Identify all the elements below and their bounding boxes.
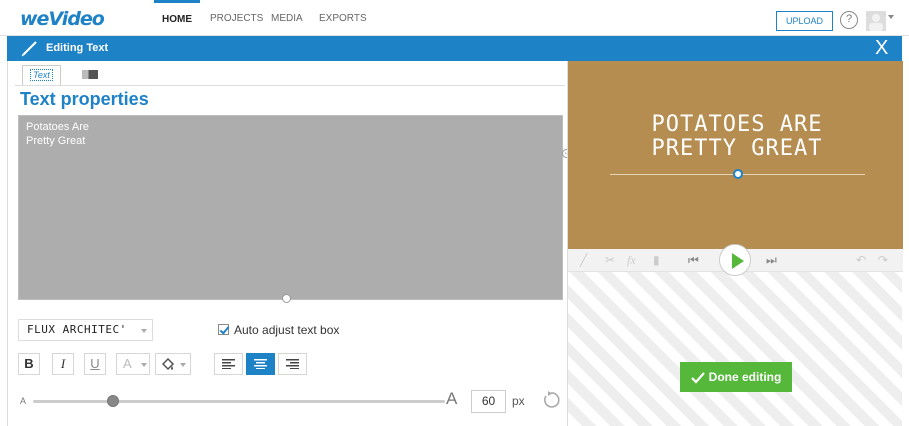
panel-title: Text properties — [20, 89, 149, 109]
redo-icon[interactable]: ↷ — [878, 249, 888, 272]
fill-color-button[interactable] — [155, 353, 191, 375]
align-left-button[interactable] — [214, 353, 243, 375]
size-slider-track[interactable] — [33, 400, 445, 403]
font-name: FLUX ARCHITEC' — [27, 323, 127, 336]
chevron-down-icon — [141, 363, 147, 367]
tab-text[interactable]: Text — [22, 65, 61, 85]
cut-icon[interactable]: ✂ — [605, 249, 615, 272]
done-editing-label: Done editing — [708, 370, 782, 384]
avatar[interactable] — [866, 11, 886, 31]
chevron-down-icon — [141, 329, 147, 333]
font-size-input[interactable]: 60 — [471, 390, 506, 413]
skip-forward-icon[interactable]: ⏭ — [766, 249, 777, 272]
wevideo-logo[interactable]: weVideo — [20, 8, 105, 30]
auto-adjust-checkbox[interactable] — [218, 324, 229, 335]
chevron-down-icon[interactable] — [888, 15, 894, 19]
preview-text-line-1: POTATOES ARE — [651, 112, 823, 137]
nav-home[interactable]: HOME — [154, 0, 200, 36]
preview-position-handle[interactable] — [733, 169, 743, 179]
preview-panel: POTATOES ARE PRETTY GREAT ╱ ✂ fx ▮ ⏮ ⏭ ↶… — [567, 61, 903, 426]
nav-exports[interactable]: EXPORTS — [319, 0, 367, 36]
align-center-icon — [254, 358, 267, 369]
trash-icon[interactable]: ▮ — [653, 249, 660, 272]
align-right-button[interactable] — [278, 353, 307, 375]
preview-text-line-2: PRETTY GREAT — [651, 136, 823, 161]
bold-button[interactable]: B — [18, 353, 40, 375]
done-editing-button[interactable]: Done editing — [680, 362, 792, 392]
edit-icon[interactable]: ╱ — [580, 249, 587, 272]
tab-style-icon[interactable] — [82, 70, 98, 79]
outline-label: A — [123, 356, 132, 371]
undo-icon[interactable]: ↶ — [856, 249, 866, 272]
resize-handle[interactable] — [282, 294, 291, 303]
reset-icon[interactable] — [542, 391, 560, 409]
italic-button[interactable]: I — [52, 353, 74, 375]
text-input[interactable]: Potatoes Are Pretty Great — [18, 115, 563, 300]
align-center-button[interactable] — [246, 353, 275, 375]
size-max-label: A — [446, 389, 458, 408]
nav-projects[interactable]: PROJECTS — [210, 0, 263, 36]
font-size-unit: px — [512, 394, 525, 408]
text-outline-button[interactable]: A — [116, 353, 150, 375]
play-button[interactable] — [719, 244, 751, 276]
pencil-icon — [21, 41, 37, 57]
playback-controls: ╱ ✂ fx ▮ ⏮ ⏭ ↶ ↷ — [568, 244, 903, 276]
checkmark-icon — [690, 372, 705, 384]
paint-bucket-icon — [161, 358, 175, 371]
font-select[interactable]: FLUX ARCHITEC' — [18, 319, 153, 341]
size-min-label: A — [20, 396, 27, 406]
underline-button[interactable]: U — [84, 353, 106, 375]
tab-text-label: Text — [30, 69, 53, 81]
help-icon[interactable]: ? — [840, 11, 858, 29]
effects-icon[interactable]: fx — [627, 249, 636, 272]
upload-button[interactable]: UPLOAD — [776, 11, 833, 31]
skip-back-icon[interactable]: ⏮ — [688, 249, 699, 272]
close-icon[interactable]: X — [875, 36, 888, 61]
align-right-icon — [286, 358, 299, 369]
align-left-icon — [222, 358, 235, 369]
chevron-down-icon — [180, 363, 186, 367]
nav-media[interactable]: MEDIA — [271, 0, 303, 36]
auto-adjust-label: Auto adjust text box — [234, 323, 340, 337]
editing-bar: Editing Text X — [7, 36, 902, 61]
top-navigation: weVideo HOME PROJECTS MEDIA EXPORTS UPLO… — [0, 0, 909, 36]
editing-title: Editing Text — [46, 42, 109, 54]
user-icon — [869, 14, 883, 31]
size-slider-handle[interactable] — [107, 395, 119, 407]
video-preview: POTATOES ARE PRETTY GREAT — [568, 61, 903, 249]
tab-divider — [15, 85, 565, 86]
text-properties-panel: Text Text properties Potatoes Are Pretty… — [7, 61, 567, 426]
